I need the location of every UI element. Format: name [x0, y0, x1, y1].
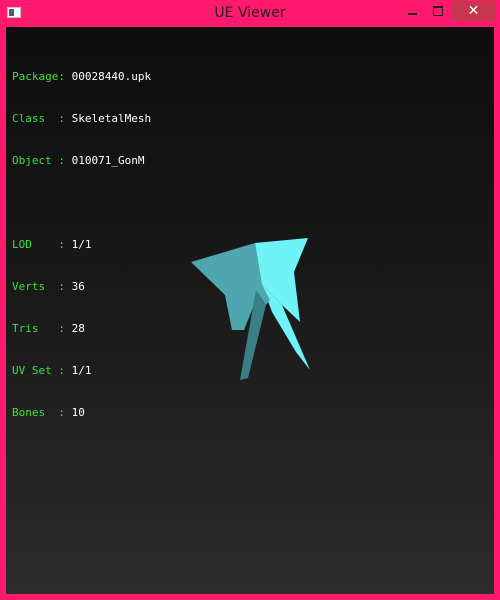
skeletal-mesh-render[interactable] [6, 27, 494, 594]
maximize-icon [433, 6, 443, 16]
minimize-icon [407, 13, 417, 15]
title-bar[interactable]: UE Viewer ✕ [0, 0, 500, 27]
close-button[interactable]: ✕ [451, 1, 496, 21]
app-window: UE Viewer ✕ Package: 00028440.upk Class … [0, 0, 500, 600]
maximize-button[interactable] [425, 1, 451, 21]
3d-viewport[interactable]: Package: 00028440.upk Class : SkeletalMe… [6, 27, 494, 594]
minimize-button[interactable] [399, 1, 425, 21]
close-icon: ✕ [467, 3, 480, 19]
